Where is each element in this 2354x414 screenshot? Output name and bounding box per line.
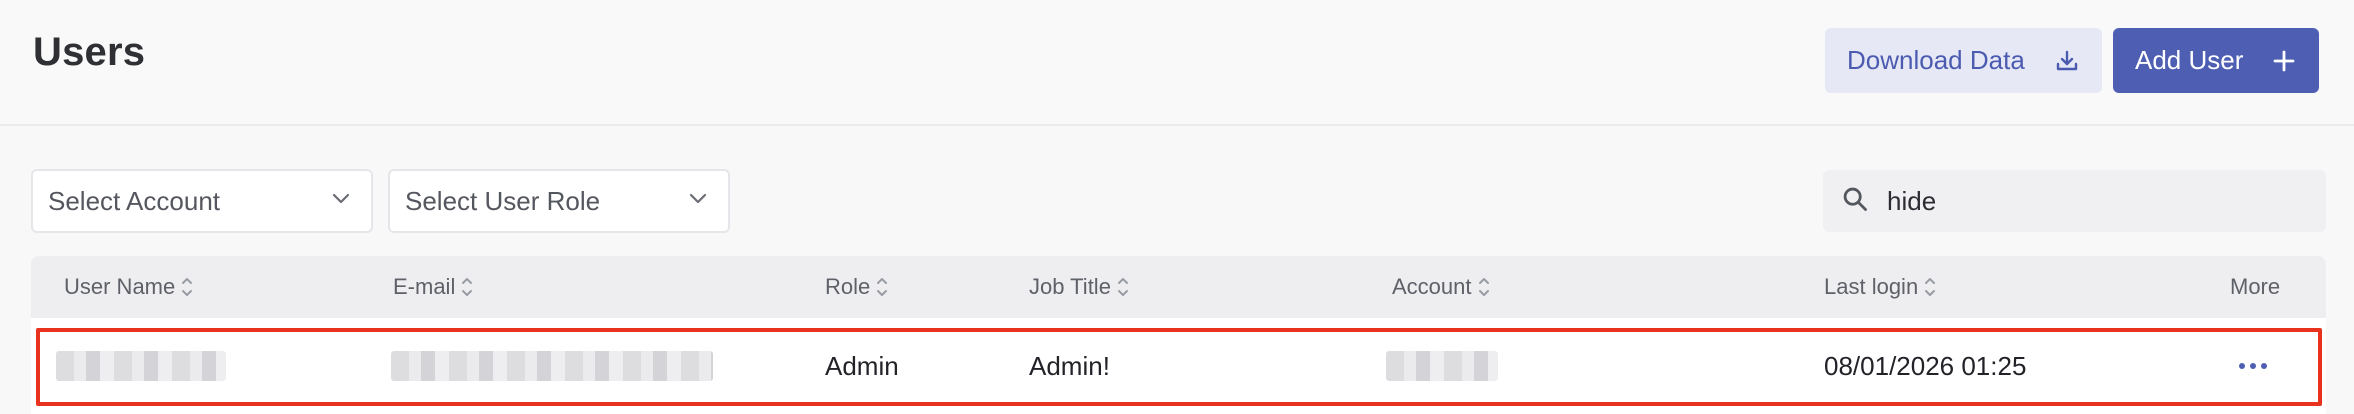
account-select[interactable]: Select Account (31, 169, 373, 233)
column-last-login[interactable]: Last login (1824, 256, 1936, 318)
column-email[interactable]: E-mail (393, 256, 473, 318)
redacted-user-name (56, 351, 226, 381)
column-more: More (2230, 256, 2280, 318)
add-user-button[interactable]: Add User (2113, 28, 2319, 93)
sort-icon (1924, 275, 1936, 299)
more-options-icon[interactable] (2239, 363, 2267, 369)
sort-icon (876, 275, 888, 299)
column-label: User Name (64, 274, 176, 299)
search-icon (1841, 185, 1869, 218)
sort-icon (1478, 275, 1490, 299)
column-user-name[interactable]: User Name (64, 256, 193, 318)
redacted-email (391, 351, 713, 381)
add-user-label: Add User (2135, 45, 2244, 75)
account-select-label: Select Account (48, 185, 220, 216)
table-header: User Name E-mail Role Job Title Account … (31, 256, 2326, 318)
user-role-select[interactable]: Select User Role (388, 169, 730, 233)
column-job-title[interactable]: Job Title (1029, 256, 1129, 318)
account-cell (1386, 318, 1498, 414)
user-name-cell (56, 318, 226, 414)
table-row[interactable]: Admin Admin! 08/01/2026 01:25 (31, 318, 2326, 414)
page-title: Users (33, 30, 146, 74)
download-data-button[interactable]: Download Data (1825, 28, 2102, 93)
sort-icon (461, 275, 473, 299)
role-cell: Admin (825, 350, 899, 381)
plus-icon (2271, 48, 2297, 74)
column-label: Role (825, 274, 871, 299)
column-label: More (2230, 274, 2281, 299)
column-role[interactable]: Role (825, 256, 888, 318)
more-cell (2239, 318, 2267, 414)
download-data-label: Download Data (1847, 45, 2025, 75)
sort-icon (1117, 275, 1129, 299)
chevron-down-icon (686, 186, 710, 217)
download-icon (2054, 48, 2080, 74)
last-login-cell: 08/01/2026 01:25 (1824, 350, 2027, 381)
redacted-account (1386, 351, 1498, 381)
job-title-cell: Admin! (1029, 350, 1110, 381)
user-role-select-label: Select User Role (405, 185, 601, 216)
column-label: E-mail (393, 274, 456, 299)
column-account[interactable]: Account (1392, 256, 1490, 318)
chevron-down-icon (329, 186, 353, 217)
column-label: Job Title (1029, 274, 1111, 299)
column-label: Account (1392, 274, 1472, 299)
search-box (1823, 170, 2326, 232)
page-header: Users Download Data Add User (0, 0, 2354, 126)
column-label: Last login (1824, 274, 1919, 299)
email-cell (391, 318, 713, 414)
search-input[interactable] (1887, 185, 2307, 217)
sort-icon (181, 275, 193, 299)
